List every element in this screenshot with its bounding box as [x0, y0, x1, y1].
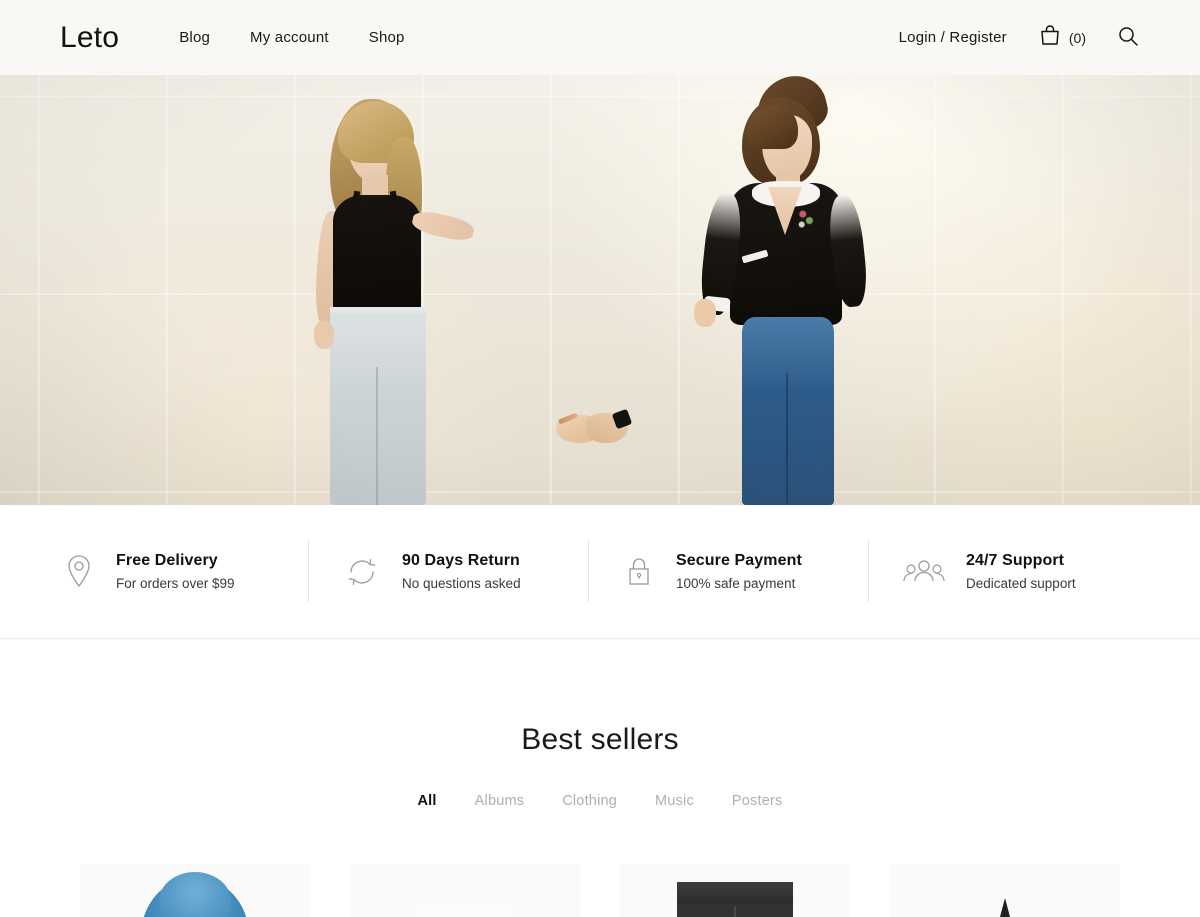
nav-item-shop[interactable]: Shop — [369, 29, 405, 46]
feature-subtitle: No questions asked — [402, 575, 521, 591]
feature-24-7-support: 24/7 Support Dedicated support — [868, 539, 1160, 602]
product-card[interactable] — [620, 864, 850, 917]
header-actions: Login / Register (0) — [899, 22, 1140, 53]
features-bar: Free Delivery For orders over $99 90 Day… — [0, 505, 1200, 638]
map-pin-icon — [62, 552, 96, 592]
feature-secure-payment: Secure Payment 100% safe payment — [588, 539, 880, 602]
product-image — [80, 864, 310, 917]
filter-tab-music[interactable]: Music — [655, 793, 694, 809]
product-image — [890, 864, 1120, 917]
cart-button[interactable]: (0) — [1037, 22, 1086, 53]
feature-subtitle: For orders over $99 — [116, 575, 235, 591]
search-button[interactable] — [1116, 24, 1140, 51]
product-image — [350, 864, 580, 917]
product-filter-tabs: All Albums Clothing Music Posters — [0, 793, 1200, 809]
feature-free-delivery: Free Delivery For orders over $99 — [40, 542, 320, 602]
product-card[interactable] — [350, 864, 580, 917]
product-card[interactable] — [80, 864, 310, 917]
nav-item-my-account[interactable]: My account — [250, 29, 329, 46]
section-title: Best sellers — [521, 723, 679, 756]
product-grid — [0, 864, 1200, 917]
feature-90-days-return: 90 Days Return No questions asked — [308, 539, 600, 602]
feature-title: Free Delivery — [116, 551, 218, 569]
feature-title: 24/7 Support — [966, 551, 1065, 569]
nav-item-blog[interactable]: Blog — [179, 29, 210, 46]
filter-tab-clothing[interactable]: Clothing — [562, 793, 617, 809]
main-navigation: Blog My account Shop — [179, 29, 404, 46]
people-group-icon — [902, 553, 946, 591]
search-icon — [1116, 24, 1140, 51]
product-image — [620, 864, 850, 917]
feature-subtitle: Dedicated support — [966, 575, 1076, 591]
login-register-link[interactable]: Login / Register — [899, 29, 1007, 46]
feature-subtitle: 100% safe payment — [676, 575, 796, 591]
brand-logo[interactable]: Leto — [60, 22, 119, 53]
lock-icon — [622, 552, 656, 592]
filter-tab-albums[interactable]: Albums — [475, 793, 525, 809]
best-sellers-section: Best sellers All Albums Clothing Music P… — [0, 639, 1200, 917]
hero-vignette — [0, 75, 1200, 505]
site-header: Leto Blog My account Shop Login / Regist… — [0, 0, 1200, 75]
refresh-return-icon — [342, 552, 382, 592]
feature-title: Secure Payment — [676, 551, 802, 569]
product-card[interactable] — [890, 864, 1120, 917]
filter-tab-posters[interactable]: Posters — [732, 793, 783, 809]
filter-tab-all[interactable]: All — [418, 793, 437, 809]
cart-count-label: (0) — [1068, 29, 1086, 46]
shopping-bag-icon — [1037, 22, 1063, 53]
hero-banner[interactable] — [0, 75, 1200, 505]
feature-title: 90 Days Return — [402, 551, 520, 569]
